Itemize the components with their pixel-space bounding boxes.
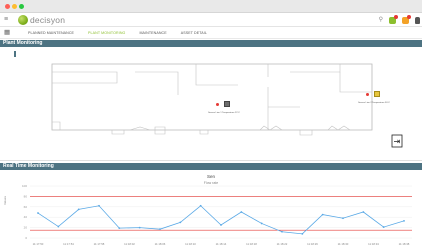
- window-titlebar: [0, 0, 422, 13]
- data-point: [281, 230, 283, 233]
- x-tick-label: 11:18:10: [185, 242, 196, 246]
- x-tick-label: 11:18:26: [307, 242, 318, 246]
- room-wall: [290, 64, 341, 73]
- alert-badge: [394, 14, 398, 19]
- data-point: [301, 232, 304, 235]
- y-tick-label: 0: [25, 236, 27, 240]
- minimize-window-button[interactable]: [12, 4, 17, 9]
- data-point: [138, 226, 141, 229]
- x-tick-label: 11:18:34: [368, 242, 379, 246]
- series-line: [37, 205, 405, 235]
- data-point: [220, 224, 222, 226]
- y-tick-label: 100: [22, 184, 27, 188]
- room-wall: [195, 64, 238, 86]
- sensor-marker-1[interactable]: [216, 101, 232, 111]
- room-wall: [111, 130, 125, 135]
- data-point: [321, 213, 324, 216]
- room-wall: [327, 125, 351, 131]
- x-tick-label: 11:18:38: [399, 242, 410, 246]
- data-point: [403, 219, 405, 222]
- data-point: [77, 208, 80, 211]
- app-header-icons: ⚲: [379, 14, 420, 25]
- sensor-marker-2[interactable]: [366, 91, 384, 101]
- y-tick-label: 40: [24, 215, 28, 219]
- plant-monitoring-title: Plant Monitoring: [3, 40, 43, 46]
- data-point: [37, 212, 39, 214]
- tabs: PLANNED MAINTENANCE PLANT MONITORING MAI…: [28, 27, 207, 39]
- x-tick-label: 11:17:58: [94, 242, 105, 246]
- room-wall: [199, 130, 209, 135]
- room-wall: [154, 126, 166, 135]
- sensor-label-1: Sensor Line 1 Temperature 22°C: [208, 112, 240, 114]
- plant-monitoring-header: Plant Monitoring: [0, 40, 422, 47]
- user-icon[interactable]: [415, 16, 420, 24]
- y-tick-label: 60: [24, 205, 28, 209]
- tab-bar: ▦ PLANNED MAINTENANCE PLANT MONITORING M…: [0, 27, 422, 39]
- tab-maintenance[interactable]: MAINTENANCE: [139, 27, 166, 39]
- sensor-label-2: Sensor Line 2 Temperature 30°C: [358, 102, 390, 104]
- room-wall: [259, 125, 283, 131]
- search-icon[interactable]: ⚲: [379, 15, 383, 25]
- x-tick-label: 11:18:18: [246, 242, 257, 246]
- panel-toggle-icon[interactable]: [14, 51, 16, 57]
- y-tick-label: 80: [24, 194, 28, 198]
- data-point: [260, 222, 263, 225]
- room-wall: [52, 71, 118, 84]
- app-header: ≡ decisyon ⚲: [0, 13, 422, 27]
- data-point: [179, 221, 182, 224]
- data-point: [98, 204, 100, 207]
- tab-asset-detail[interactable]: ASSET DETAIL: [181, 27, 207, 39]
- room-wall: [135, 71, 179, 95]
- data-point: [382, 226, 385, 228]
- floor-plan-outline: [51, 63, 373, 131]
- tab-plant-monitoring[interactable]: PLANT MONITORING: [88, 27, 125, 39]
- logo: decisyon: [18, 15, 65, 25]
- data-point: [199, 204, 202, 207]
- room-wall: [299, 130, 313, 136]
- room-wall: [129, 126, 151, 131]
- realtime-monitoring-title: Real Time Monitoring: [3, 163, 54, 169]
- floor-plan-panel: ⇥ Sensor Line 1 Temperature 22°C Sensor …: [0, 47, 422, 161]
- room-wall: [51, 121, 61, 130]
- data-point: [118, 227, 121, 230]
- x-tick-label: 11:18:02: [124, 242, 135, 246]
- notifications-icon[interactable]: [402, 14, 411, 24]
- realtime-monitoring-header: Real Time Monitoring: [0, 163, 422, 170]
- maximize-window-button[interactable]: [19, 4, 24, 9]
- alerts-icon[interactable]: [389, 14, 398, 24]
- data-point: [342, 217, 344, 220]
- close-window-button[interactable]: [5, 4, 10, 9]
- alert-dot-icon: [216, 103, 219, 106]
- y-tick-label: 20: [24, 226, 28, 230]
- room-wall: [339, 72, 372, 93]
- data-point: [362, 211, 365, 213]
- x-tick-label: 11:18:14: [216, 242, 227, 246]
- data-point: [57, 225, 60, 228]
- sensor-warning-icon: [374, 91, 380, 97]
- alert-dot-icon: [366, 93, 369, 96]
- logo-text: decisyon: [30, 15, 66, 25]
- sensor-icon: [224, 101, 230, 107]
- x-tick-label: 11:18:06: [155, 242, 166, 246]
- x-tick-label: 11:17:50: [33, 242, 44, 246]
- tab-planned-maintenance[interactable]: PLANNED MAINTENANCE: [28, 27, 74, 39]
- x-tick-label: 11:18:22: [277, 242, 288, 246]
- data-point: [159, 228, 161, 231]
- data-point: [240, 211, 243, 213]
- realtime-chart: 0 20 40 60 80 100 11:17:50 11:17:54 11:17:58 11:1…: [22, 184, 412, 246]
- menu-icon[interactable]: ≡: [4, 16, 10, 23]
- hierarchy-icon[interactable]: ▦: [4, 29, 10, 37]
- notification-badge: [407, 14, 411, 19]
- x-tick-label: 11:18:30: [338, 242, 349, 246]
- x-tick-label: 11:17:54: [63, 242, 74, 246]
- exit-sign-glyph: ⇥: [394, 137, 401, 146]
- logo-mark-icon: [18, 15, 28, 25]
